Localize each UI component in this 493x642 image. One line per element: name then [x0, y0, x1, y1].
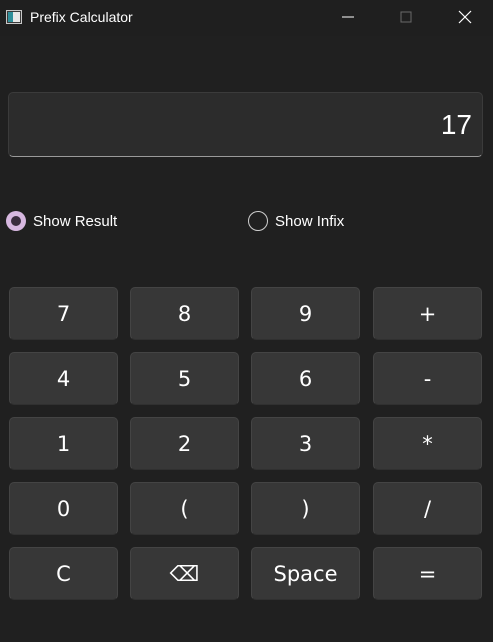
key-5[interactable]: 5	[130, 352, 239, 405]
key-7[interactable]: 7	[9, 287, 118, 340]
result-display[interactable]: 17	[8, 92, 483, 157]
key-2[interactable]: 2	[130, 417, 239, 470]
key-multiply[interactable]: *	[373, 417, 482, 470]
app-icon	[6, 10, 22, 24]
key-0[interactable]: 0	[9, 482, 118, 535]
show-infix-radio[interactable]: Show Infix	[248, 210, 344, 232]
key-close-paren[interactable]: )	[251, 482, 360, 535]
radio-unchecked-icon	[248, 211, 268, 231]
key-plus[interactable]: +	[373, 287, 482, 340]
key-space[interactable]: Space	[251, 547, 360, 600]
show-result-label: Show Result	[33, 212, 118, 230]
minimize-button[interactable]	[325, 0, 371, 34]
key-open-paren[interactable]: (	[130, 482, 239, 535]
show-result-radio[interactable]: Show Result	[6, 210, 117, 232]
show-infix-label: Show Infix	[275, 212, 345, 230]
radio-checked-icon	[6, 211, 26, 231]
key-backspace[interactable]: ⌫	[130, 547, 239, 600]
title-bar: Prefix Calculator	[0, 0, 493, 36]
window-title: Prefix Calculator	[30, 9, 133, 25]
minimize-icon	[342, 16, 354, 18]
key-6[interactable]: 6	[251, 352, 360, 405]
calculator-window: Prefix Calculator 17 Show Result Show In…	[0, 0, 493, 642]
key-minus[interactable]: -	[373, 352, 482, 405]
close-icon	[458, 10, 472, 24]
display-value: 17	[440, 109, 472, 140]
key-clear[interactable]: C	[9, 547, 118, 600]
key-3[interactable]: 3	[251, 417, 360, 470]
key-1[interactable]: 1	[9, 417, 118, 470]
maximize-icon	[400, 11, 412, 23]
key-divide[interactable]: /	[373, 482, 482, 535]
key-equals[interactable]: =	[373, 547, 482, 600]
key-9[interactable]: 9	[251, 287, 360, 340]
key-4[interactable]: 4	[9, 352, 118, 405]
key-8[interactable]: 8	[130, 287, 239, 340]
maximize-button[interactable]	[383, 0, 429, 34]
close-button[interactable]	[442, 0, 488, 34]
